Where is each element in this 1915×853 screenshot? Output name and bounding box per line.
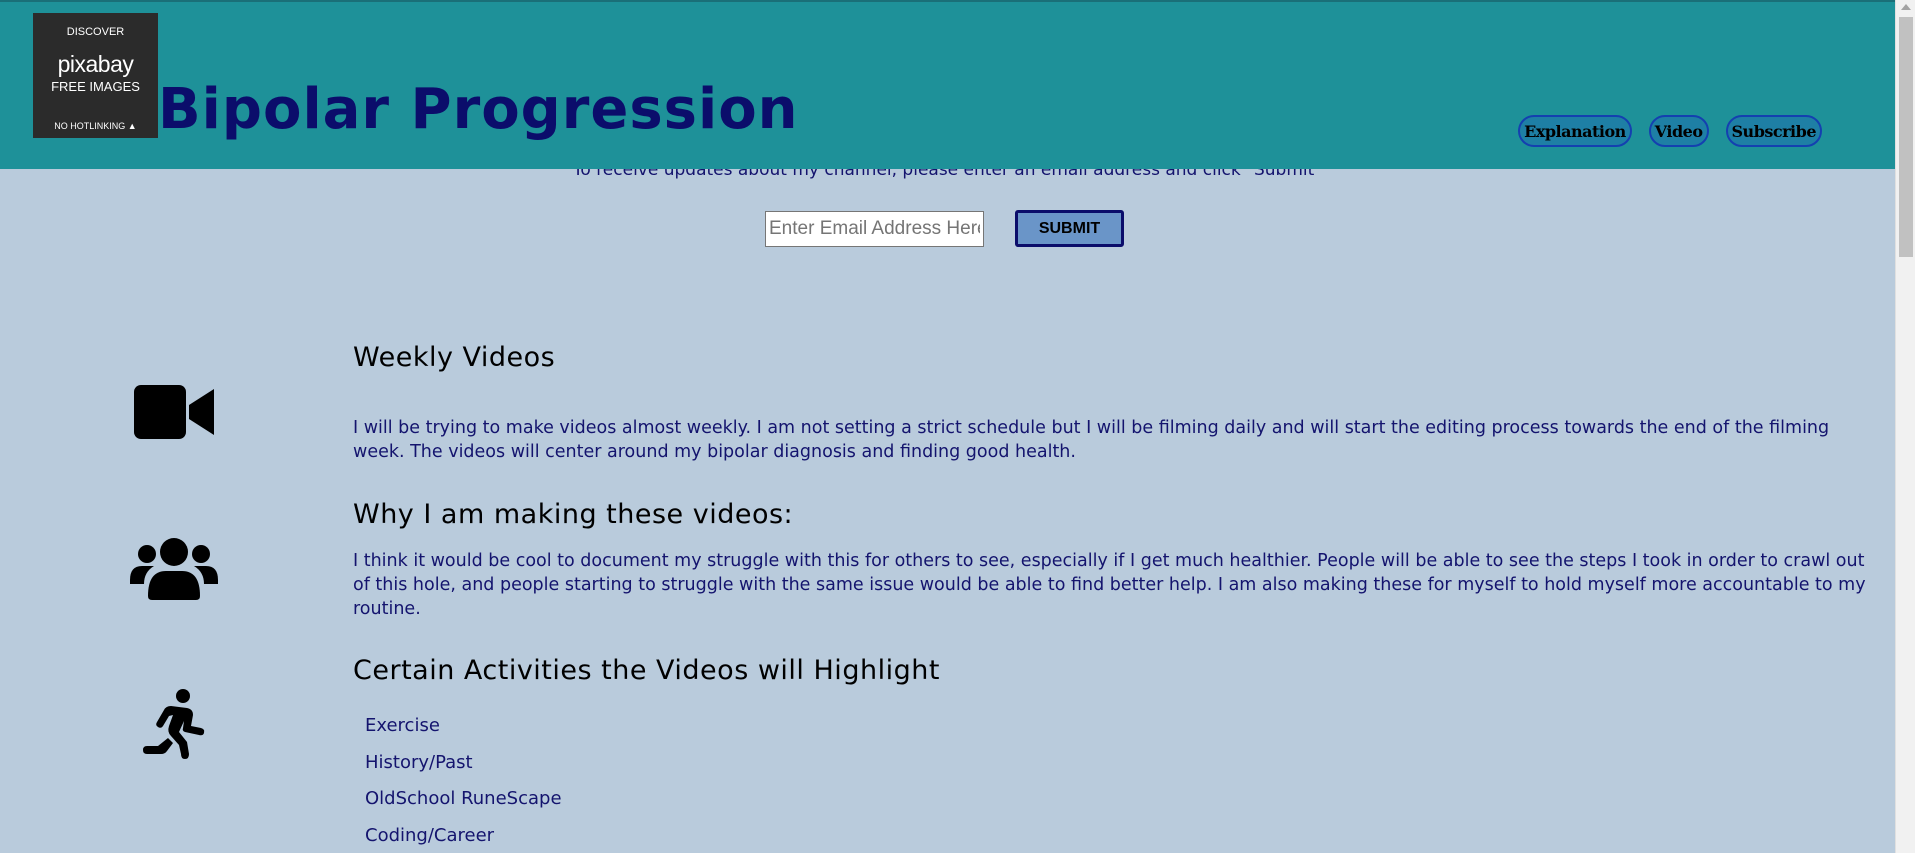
list-item: OldSchool RuneScape <box>365 788 562 809</box>
nav-video-button[interactable]: Video <box>1648 115 1709 147</box>
logo-free-images-text: FREE IMAGES <box>51 79 140 94</box>
nav-subscribe-button[interactable]: Subscribe <box>1725 115 1822 147</box>
weekly-videos-heading: Weekly Videos <box>353 342 556 373</box>
running-person-icon <box>128 688 220 760</box>
activities-list: Exercise History/Past OldSchool RuneScap… <box>365 712 562 853</box>
logo-no-hotlinking-text: NO HOTLINKING ▲ <box>54 121 137 131</box>
logo-brand-text: pixabay <box>57 51 134 77</box>
activities-heading: Certain Activities the Videos will Highl… <box>353 655 940 686</box>
subscribe-form: SUBMIT <box>765 210 1124 247</box>
page-title: Bipolar Progression <box>158 77 799 142</box>
pixabay-logo[interactable]: DISCOVER pixabay FREE IMAGES NO HOTLINKI… <box>33 13 158 138</box>
video-camera-icon <box>128 385 220 439</box>
list-item: Coding/Career <box>365 824 495 846</box>
scroll-up-arrow-icon[interactable] <box>1901 4 1911 10</box>
submit-button[interactable]: SUBMIT <box>1015 210 1124 247</box>
email-field[interactable] <box>765 210 984 247</box>
why-making-videos-text: I think it would be cool to document my … <box>353 551 1866 619</box>
weekly-videos-text: I will be trying to make videos almost w… <box>353 418 1830 462</box>
vertical-scrollbar[interactable] <box>1895 0 1915 853</box>
why-making-videos-heading: Why I am making these videos: <box>353 499 794 530</box>
site-header: DISCOVER pixabay FREE IMAGES NO HOTLINKI… <box>0 0 1895 169</box>
list-item: Exercise <box>365 715 440 736</box>
scrollbar-thumb[interactable] <box>1899 17 1913 257</box>
main-nav: Explanation Video Subscribe <box>1518 115 1822 147</box>
users-icon <box>128 536 220 600</box>
logo-discover-text: DISCOVER <box>66 26 125 38</box>
page: To receive updates about my channel, ple… <box>0 0 1915 853</box>
nav-explanation-button[interactable]: Explanation <box>1518 115 1632 147</box>
list-item: History/Past <box>365 751 473 773</box>
